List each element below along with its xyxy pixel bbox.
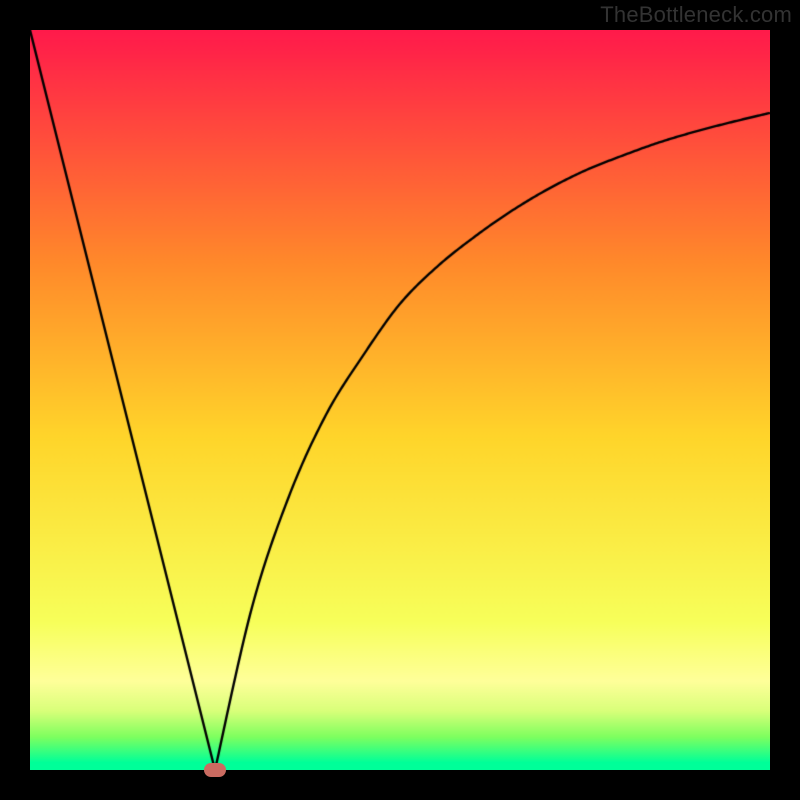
plot-area <box>30 30 770 770</box>
watermark-text: TheBottleneck.com <box>600 2 792 28</box>
minimum-marker <box>204 763 226 777</box>
chart-container: TheBottleneck.com <box>0 0 800 800</box>
bottleneck-curve <box>30 30 770 770</box>
